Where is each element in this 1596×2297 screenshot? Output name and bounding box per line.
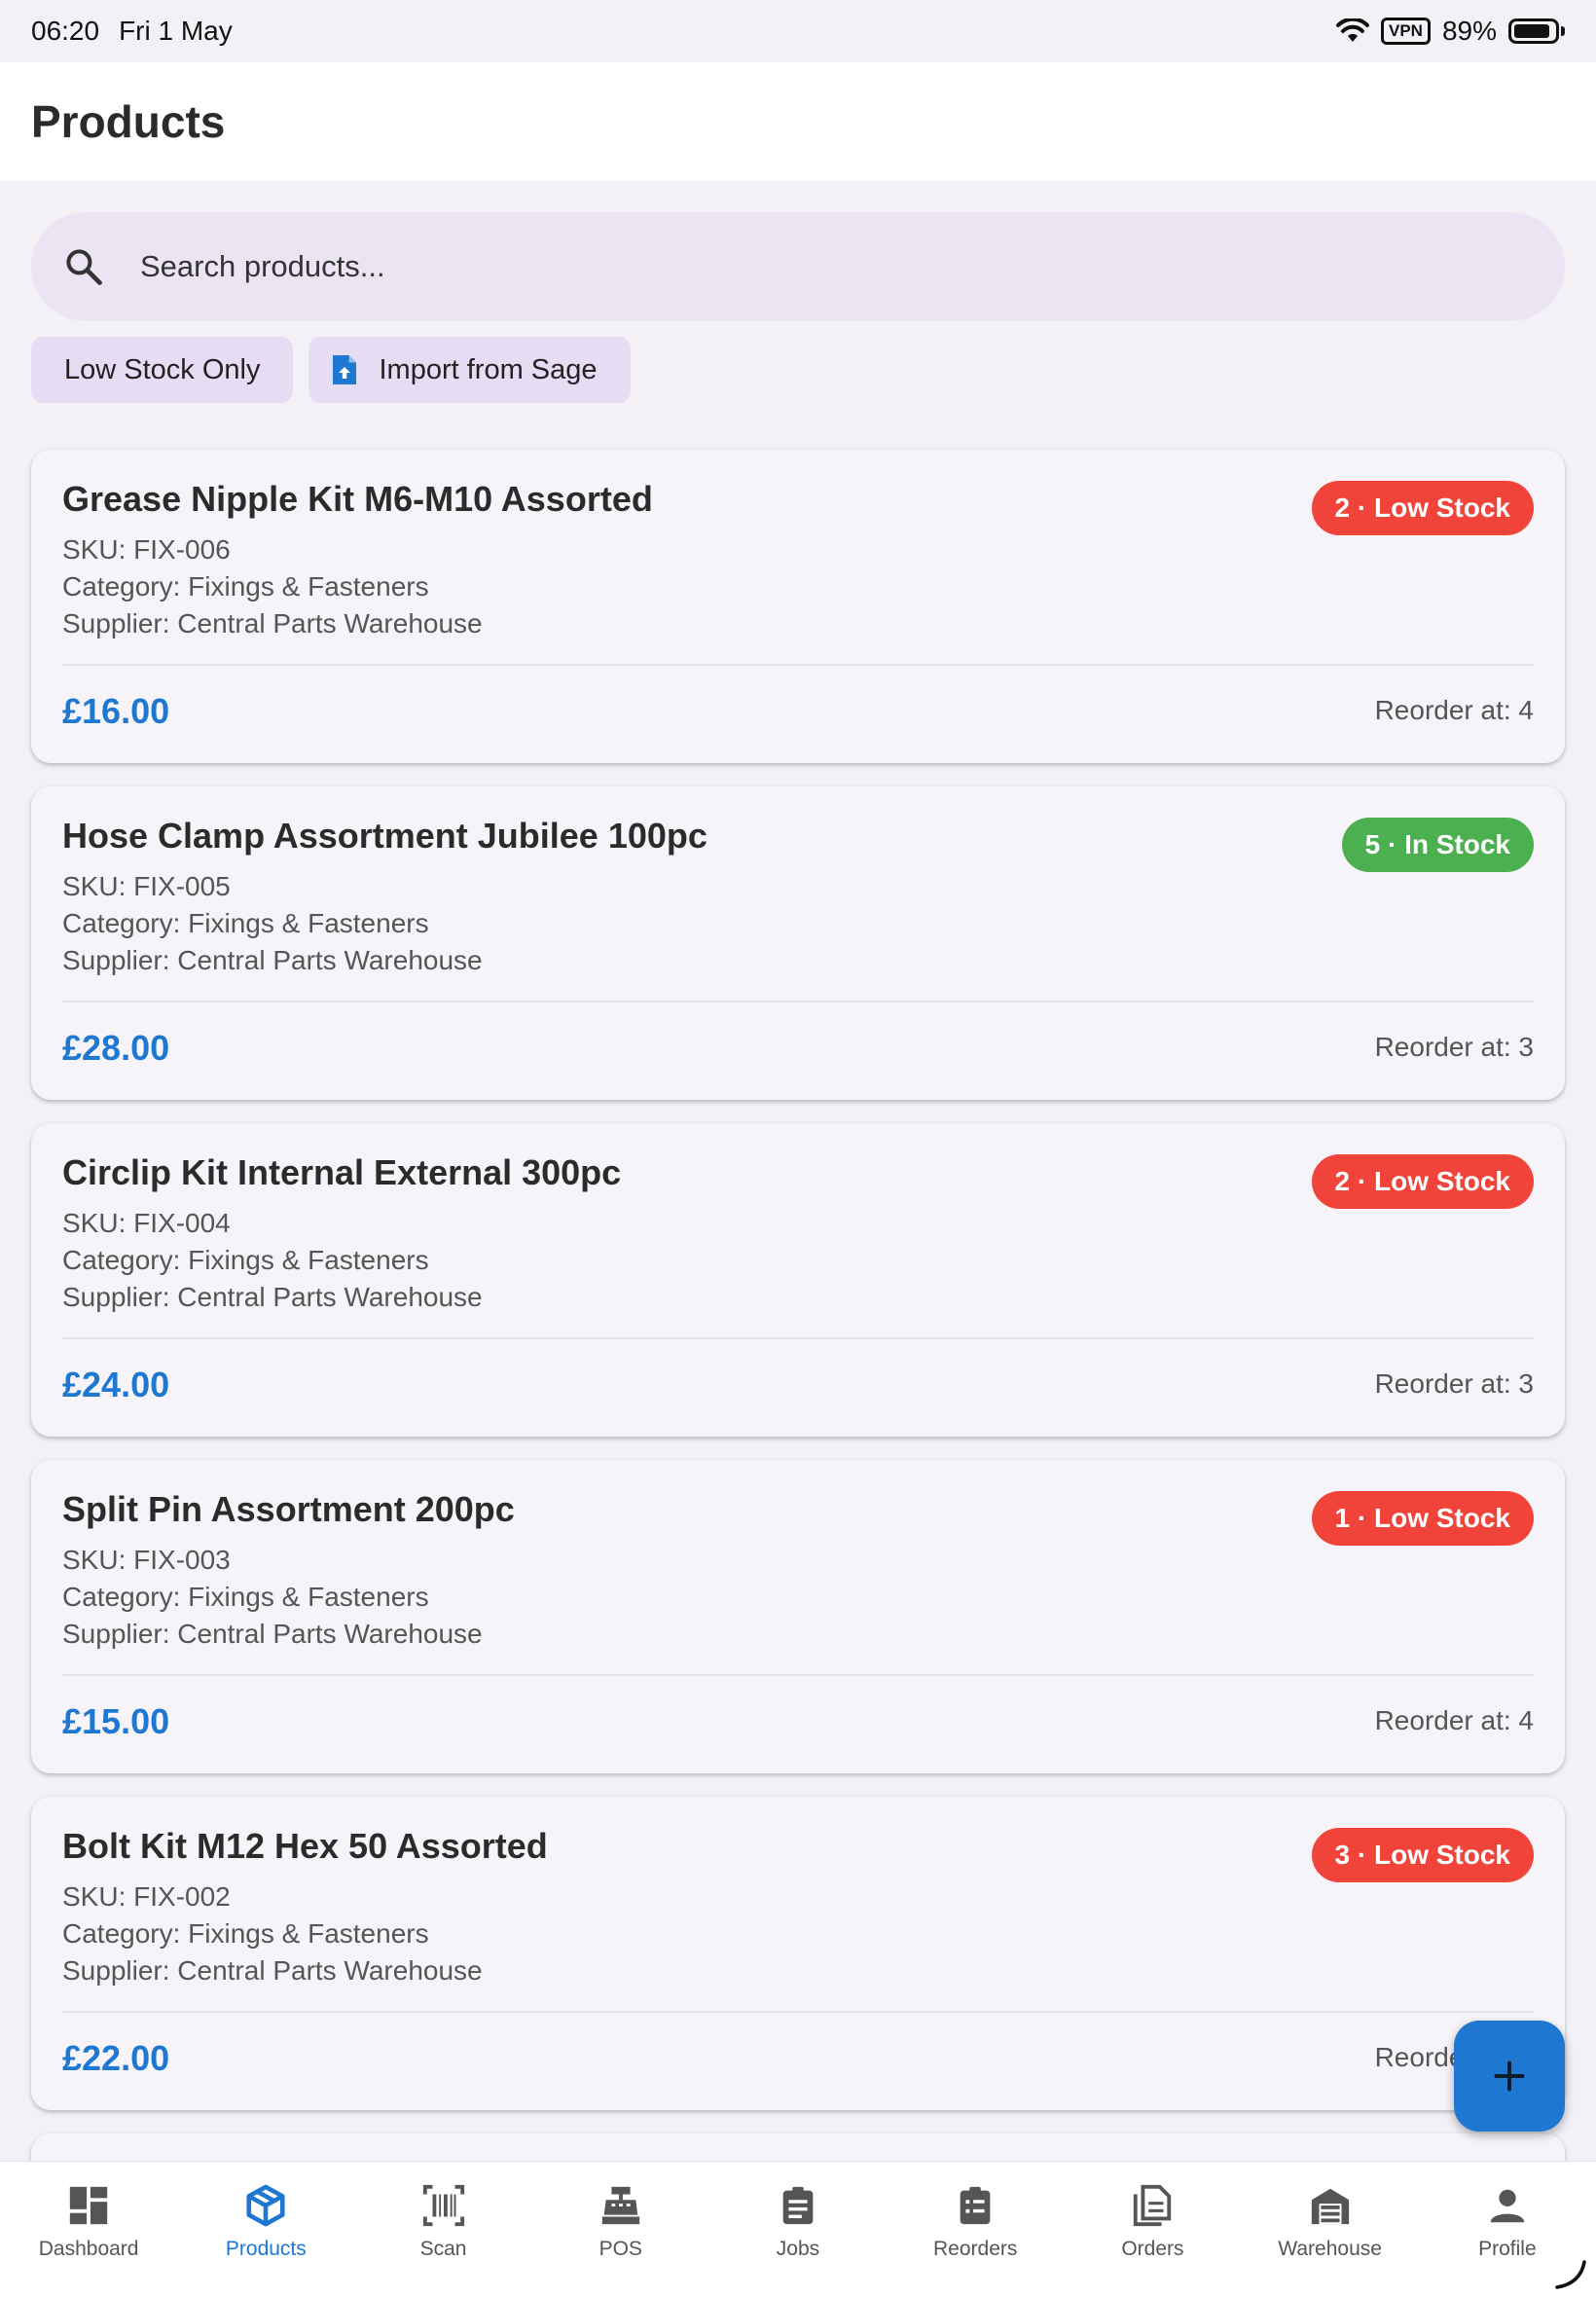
product-card[interactable]: Bolt Kit M12 Hex 50 Assorted SKU: FIX-00… — [31, 1797, 1565, 2110]
search-bar[interactable] — [31, 212, 1565, 321]
product-price: £15.00 — [62, 1701, 170, 1741]
add-product-button[interactable] — [1454, 2021, 1565, 2132]
product-category: Category: Fixings & Fasteners — [62, 1582, 429, 1612]
status-indicators: VPN 89% — [1335, 16, 1565, 47]
nav-label: Dashboard — [38, 2238, 139, 2260]
wifi-icon — [1335, 18, 1369, 42]
product-category: Category: Fixings & Fasteners — [62, 571, 429, 602]
document-icon — [1134, 2184, 1172, 2227]
dashboard-icon — [69, 2186, 108, 2225]
stock-badge: 2 · Low Stock — [1311, 1154, 1534, 1209]
bottom-navigation: Dashboard Products Scan POS Jobs Reorder… — [0, 2161, 1596, 2297]
product-price: £28.00 — [62, 1028, 170, 1068]
vpn-badge: VPN — [1380, 18, 1431, 45]
battery-icon — [1508, 18, 1565, 44]
person-icon — [1490, 2189, 1525, 2223]
product-card[interactable]: Grease Nipple Kit M6-M10 Assorted SKU: F… — [31, 450, 1565, 763]
product-list: Grease Nipple Kit M6-M10 Assorted SKU: F… — [31, 450, 1565, 2215]
product-supplier: Supplier: Central Parts Warehouse — [62, 945, 483, 975]
product-sku: SKU: FIX-006 — [62, 534, 231, 565]
product-card[interactable]: Circlip Kit Internal External 300pc SKU:… — [31, 1123, 1565, 1437]
products-icon — [246, 2184, 285, 2227]
low-stock-filter-label: Low Stock Only — [64, 353, 261, 385]
product-supplier: Supplier: Central Parts Warehouse — [62, 1619, 483, 1649]
filter-chips: Low Stock Only Import from Sage — [31, 337, 631, 403]
product-price: £24.00 — [62, 1365, 170, 1404]
nav-orders[interactable]: Orders — [1064, 2162, 1241, 2297]
product-sku: SKU: FIX-003 — [62, 1545, 231, 1575]
card-divider — [62, 664, 1534, 666]
product-supplier: Supplier: Central Parts Warehouse — [62, 1282, 483, 1312]
import-from-sage-button[interactable]: Import from Sage — [308, 337, 631, 403]
card-divider — [62, 2011, 1534, 2013]
app-bar: Products — [0, 62, 1596, 181]
product-sku: SKU: FIX-004 — [62, 1208, 231, 1238]
stock-badge: 3 · Low Stock — [1311, 1828, 1534, 1882]
reorder-clipboard-icon — [960, 2186, 991, 2225]
nav-jobs[interactable]: Jobs — [709, 2162, 887, 2297]
nav-label: Orders — [1121, 2238, 1184, 2260]
nav-label: Profile — [1478, 2238, 1537, 2260]
stock-badge: 2 · Low Stock — [1311, 481, 1534, 535]
battery-fill — [1514, 24, 1549, 38]
reorder-level: Reorder at: 3 — [1374, 1368, 1534, 1399]
product-supplier: Supplier: Central Parts Warehouse — [62, 1955, 483, 1986]
card-divider — [62, 1001, 1534, 1003]
reorder-level: Reorder at: 4 — [1374, 695, 1534, 725]
plus-icon — [1494, 2060, 1525, 2092]
nav-warehouse[interactable]: Warehouse — [1242, 2162, 1419, 2297]
warehouse-icon — [1311, 2188, 1349, 2225]
nav-reorders[interactable]: Reorders — [887, 2162, 1064, 2297]
resize-handle-icon — [1555, 2260, 1586, 2289]
nav-dashboard[interactable]: Dashboard — [0, 2162, 177, 2297]
product-price: £16.00 — [62, 691, 170, 731]
product-sku: SKU: FIX-002 — [62, 1881, 231, 1912]
status-time-date: 06:20 Fri 1 May — [31, 16, 233, 47]
nav-label: Reorders — [933, 2238, 1018, 2260]
file-upload-icon — [333, 355, 357, 384]
nav-scan[interactable]: Scan — [354, 2162, 531, 2297]
page-title: Products — [31, 96, 226, 147]
nav-label: Scan — [419, 2238, 467, 2260]
import-from-sage-label: Import from Sage — [379, 353, 598, 385]
product-category: Category: Fixings & Fasteners — [62, 1918, 429, 1949]
nav-label: Warehouse — [1278, 2238, 1382, 2260]
product-category: Category: Fixings & Fasteners — [62, 908, 429, 938]
cash-register-icon — [601, 2186, 639, 2225]
stock-badge: 5 · In Stock — [1341, 818, 1534, 872]
product-supplier: Supplier: Central Parts Warehouse — [62, 608, 483, 638]
product-sku: SKU: FIX-005 — [62, 871, 231, 901]
clipboard-icon — [782, 2186, 814, 2225]
low-stock-filter-chip[interactable]: Low Stock Only — [31, 337, 294, 403]
status-date: Fri 1 May — [119, 16, 233, 46]
status-time: 06:20 — [31, 16, 100, 46]
status-bar: 06:20 Fri 1 May VPN 89% — [0, 0, 1596, 62]
reorder-level: Reorder at: 3 — [1374, 1032, 1534, 1062]
barcode-icon — [422, 2184, 464, 2227]
nav-label: Products — [225, 2238, 307, 2260]
nav-products[interactable]: Products — [177, 2162, 354, 2297]
product-card[interactable]: Hose Clamp Assortment Jubilee 100pc SKU:… — [31, 786, 1565, 1100]
search-input[interactable] — [140, 249, 1503, 284]
product-price: £22.00 — [62, 2038, 170, 2078]
search-icon — [66, 249, 102, 285]
card-divider — [62, 1674, 1534, 1676]
reorder-level: Reorder at: 4 — [1374, 1705, 1534, 1735]
product-category: Category: Fixings & Fasteners — [62, 1245, 429, 1275]
nav-label: Jobs — [776, 2238, 820, 2260]
product-name: Hose Clamp Assortment Jubilee 100pc — [62, 816, 707, 856]
nav-label: POS — [598, 2238, 642, 2260]
battery-percent: 89% — [1441, 16, 1497, 46]
product-card[interactable]: Split Pin Assortment 200pc SKU: FIX-003 … — [31, 1460, 1565, 1773]
nav-pos[interactable]: POS — [532, 2162, 709, 2297]
card-divider — [62, 1337, 1534, 1339]
stock-badge: 1 · Low Stock — [1311, 1491, 1534, 1546]
